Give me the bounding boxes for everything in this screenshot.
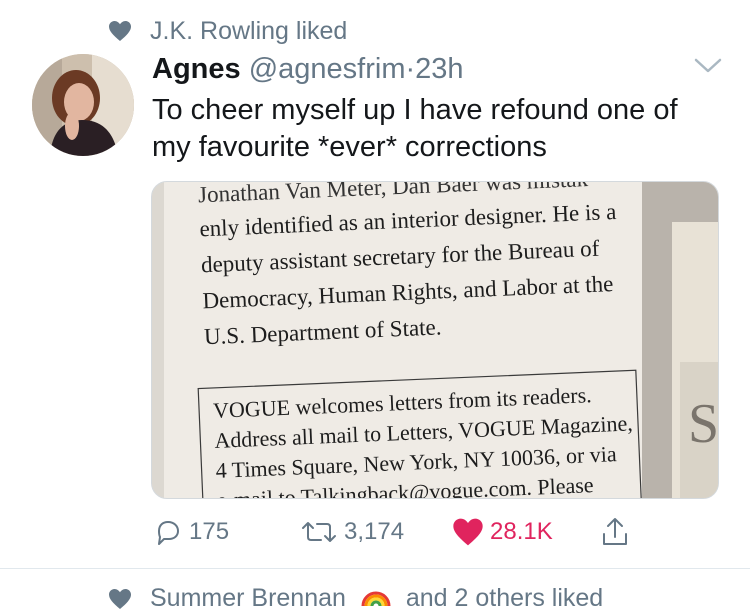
reply-icon bbox=[158, 521, 179, 545]
share-button[interactable] bbox=[600, 514, 630, 550]
reply-count: 175 bbox=[189, 518, 230, 545]
share-icon bbox=[603, 518, 627, 545]
reply-button[interactable]: 175 bbox=[153, 514, 229, 550]
retweet-button[interactable]: 3,174 bbox=[300, 514, 404, 550]
separator-dot: · bbox=[405, 53, 416, 85]
like-button[interactable]: 28.1K bbox=[452, 514, 553, 550]
heart-filled-icon bbox=[453, 518, 483, 546]
tweet-text-line-2: my favourite *ever* corrections bbox=[152, 131, 547, 163]
author-handle[interactable]: @agnesfrim bbox=[249, 53, 406, 85]
heart-icon bbox=[109, 589, 131, 609]
timestamp[interactable]: 23h bbox=[415, 53, 463, 85]
like-count: 28.1K bbox=[490, 518, 553, 545]
tweet-header: Agnes @agnesfrim·23h bbox=[152, 50, 464, 88]
heart-icon bbox=[109, 21, 131, 41]
tweet-actions: 175 3,174 28.1K bbox=[0, 514, 750, 550]
avatar[interactable] bbox=[32, 54, 134, 156]
next-context-suffix: and 2 others liked bbox=[405, 584, 604, 612]
author-name[interactable]: Agnes bbox=[152, 53, 241, 85]
tweet-divider bbox=[0, 568, 750, 569]
next-liked-context-text[interactable]: Summer Brennan and 2 others liked bbox=[150, 584, 603, 613]
chevron-down-icon bbox=[694, 58, 722, 73]
tweet-text-line-1: To cheer myself up I have refound one of bbox=[152, 94, 678, 126]
tweet-menu-button[interactable] bbox=[692, 56, 724, 81]
tweet-photo[interactable]: S Jonathan Van Meter, Dan Baer was mista… bbox=[151, 181, 719, 499]
liked-context bbox=[108, 14, 132, 48]
liked-context-text[interactable]: J.K. Rowling liked bbox=[150, 14, 347, 48]
next-context-name: Summer Brennan bbox=[150, 584, 346, 612]
retweet-count: 3,174 bbox=[344, 518, 405, 545]
page-edge-letter: S bbox=[688, 393, 718, 455]
rainbow-emoji bbox=[361, 584, 391, 613]
retweet-icon bbox=[302, 522, 336, 542]
next-liked-context bbox=[108, 588, 132, 615]
tweet-text: To cheer myself up I have refound one of… bbox=[152, 92, 742, 166]
